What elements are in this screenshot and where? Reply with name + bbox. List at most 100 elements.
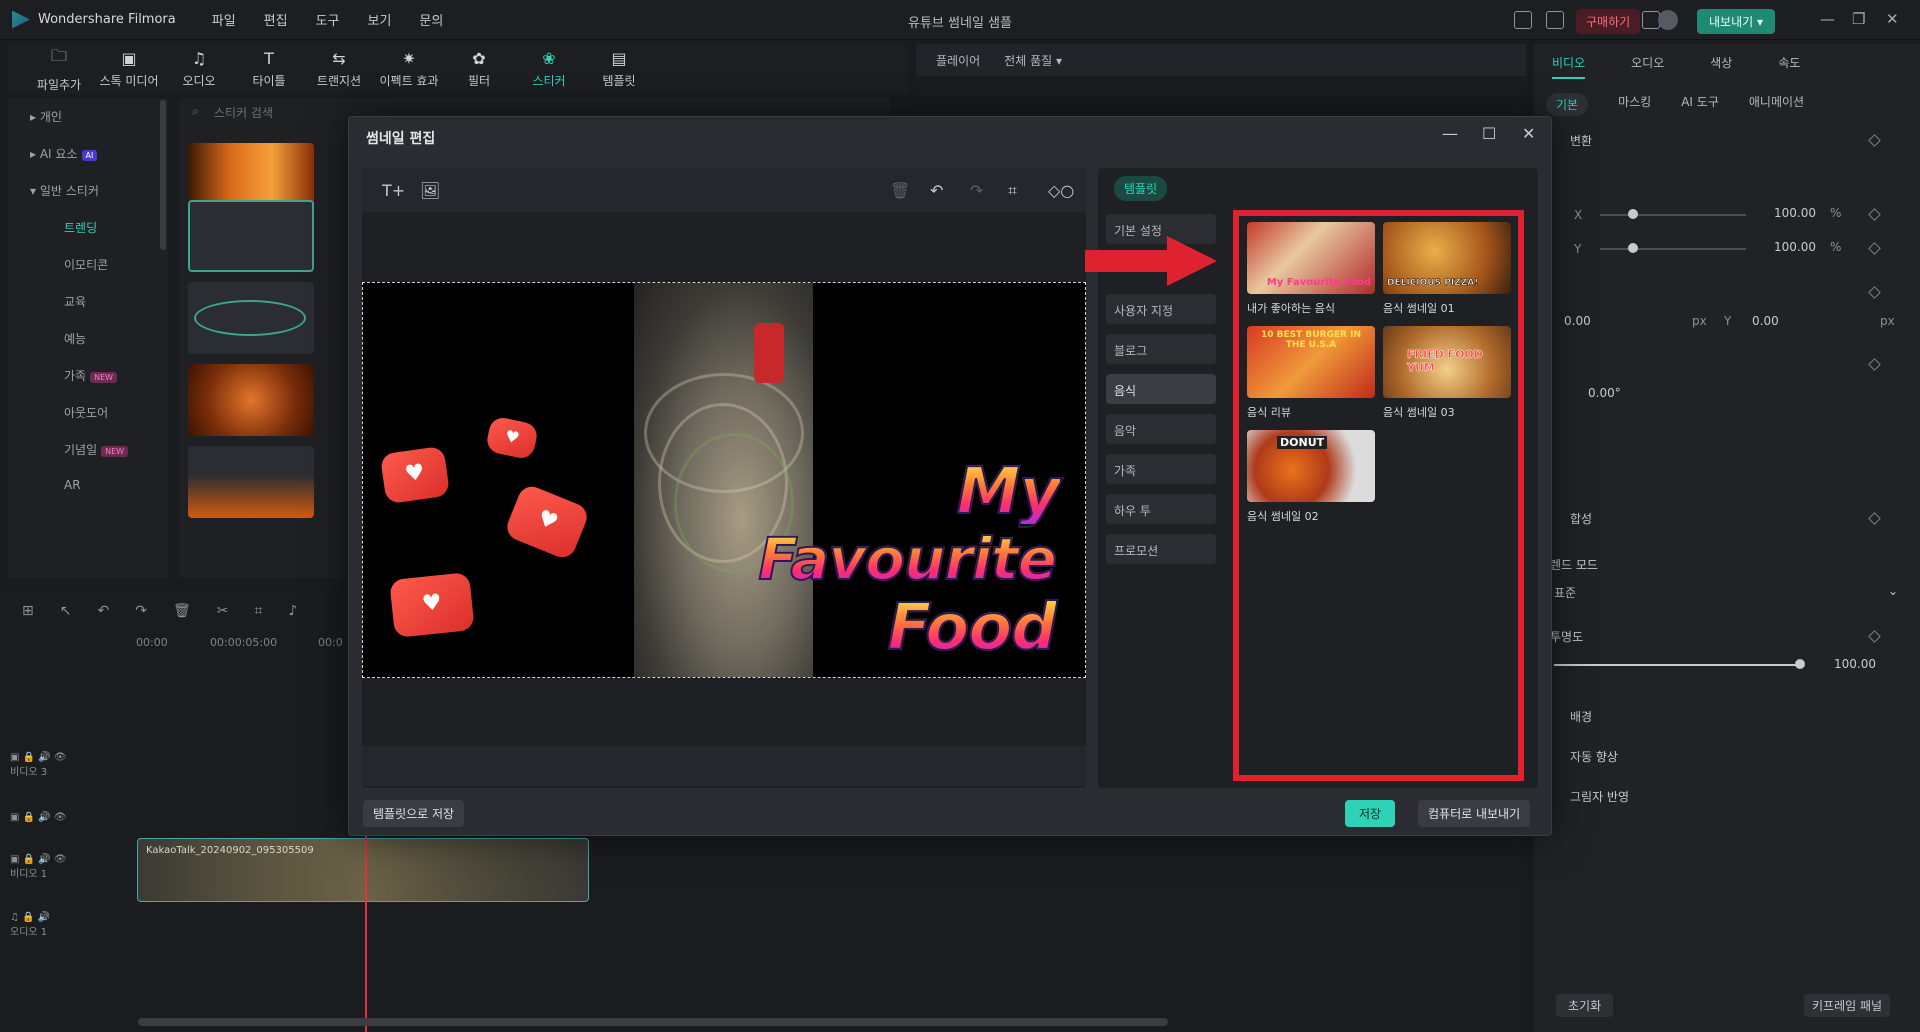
- tool-transitions[interactable]: ⇆ 트랜지션: [308, 44, 370, 94]
- tool-templates[interactable]: ▤ 템플릿: [588, 44, 650, 94]
- heart-sticker[interactable]: ♥: [379, 445, 451, 505]
- heart-sticker[interactable]: ♥: [389, 571, 475, 639]
- template-card-food-01[interactable]: DELICIOUS PIZZA!: [1383, 222, 1511, 294]
- slider-knob[interactable]: [1795, 659, 1805, 669]
- delete-icon[interactable]: 🗑: [890, 181, 910, 200]
- tool-effects[interactable]: ✷ 이펙트 효과: [378, 44, 440, 94]
- export-button[interactable]: 내보내기 ▾: [1697, 9, 1776, 34]
- sticker-thumb[interactable]: [188, 200, 314, 272]
- export-to-computer-button[interactable]: 컴퓨터로 내보내기: [1418, 800, 1531, 827]
- quality-select[interactable]: 전체 품질 ▾: [1004, 52, 1062, 69]
- tool-import[interactable]: 🗀 파일추가: [28, 44, 90, 94]
- nav-outdoor[interactable]: 아웃도어: [8, 394, 168, 431]
- timeline-scrollbar[interactable]: [138, 1018, 1168, 1026]
- undo-icon[interactable]: ↶: [97, 603, 109, 619]
- menu-view[interactable]: 보기: [368, 10, 392, 29]
- subtab-animation[interactable]: 애니메이션: [1749, 93, 1804, 116]
- redo-icon[interactable]: ↷: [970, 181, 983, 200]
- avatar[interactable]: [1658, 10, 1678, 30]
- template-tab[interactable]: 템플릿: [1114, 176, 1168, 201]
- scale-x-value[interactable]: 100.00: [1774, 206, 1816, 220]
- layout-icon[interactable]: [1514, 11, 1532, 29]
- sticker-thumb[interactable]: [188, 282, 314, 354]
- nav-personal[interactable]: ▸ 개인: [8, 98, 168, 135]
- menu-help[interactable]: 문의: [419, 10, 443, 29]
- video-clip[interactable]: KakaoTalk_20240902_095305509: [137, 838, 589, 902]
- canvas-title-line3[interactable]: Food: [860, 595, 1059, 661]
- nav-ai-elements[interactable]: ▸ AI 요소 AI: [8, 135, 168, 172]
- save-project-icon[interactable]: [1546, 11, 1564, 29]
- save-as-template-button[interactable]: 템플릿으로 저장: [363, 800, 465, 827]
- pos-x-value[interactable]: 0.00: [1564, 314, 1591, 328]
- maximize-icon[interactable]: ☐: [1482, 124, 1496, 143]
- menu-tools[interactable]: 도구: [316, 10, 340, 29]
- category-promotion[interactable]: 프로모션: [1106, 534, 1216, 564]
- nav-ar[interactable]: AR: [8, 468, 168, 502]
- category-custom[interactable]: 사용자 지정: [1106, 294, 1216, 324]
- time-ruler[interactable]: 00:00 00:00:05:00 00:0: [134, 636, 364, 656]
- menu-file[interactable]: 파일: [212, 10, 236, 29]
- sticker-thumb[interactable]: [188, 364, 314, 436]
- category-family[interactable]: 가족: [1106, 454, 1216, 484]
- reset-button[interactable]: 초기화: [1556, 994, 1614, 1017]
- add-text-icon[interactable]: T+: [382, 181, 405, 200]
- layout-icon[interactable]: ⊞: [22, 603, 34, 619]
- minimize-icon[interactable]: —: [1442, 124, 1458, 143]
- rotate-value[interactable]: 0.00°: [1588, 386, 1621, 400]
- canvas-title-line1[interactable]: My: [920, 459, 1062, 525]
- nav-scrollbar[interactable]: [160, 100, 166, 250]
- category-food[interactable]: 음식: [1106, 374, 1216, 404]
- tool-audio[interactable]: ♫ 오디오: [168, 44, 230, 94]
- restore-icon[interactable]: ❐: [1852, 10, 1865, 28]
- cut-icon[interactable]: ✂: [217, 603, 229, 619]
- tab-speed[interactable]: 속도: [1778, 54, 1800, 79]
- nav-entertainment[interactable]: 예능: [8, 320, 168, 357]
- nav-general-stickers[interactable]: ▾ 일반 스티커: [8, 172, 168, 209]
- slider-knob[interactable]: [1628, 209, 1638, 219]
- category-howto[interactable]: 하우 투: [1106, 494, 1216, 524]
- select-icon[interactable]: ↖: [60, 603, 72, 619]
- template-card-food-03[interactable]: FRIED FOOD YUM: [1383, 326, 1511, 398]
- opacity-value[interactable]: 100.00: [1834, 657, 1876, 671]
- close-icon[interactable]: ✕: [1886, 10, 1899, 28]
- nav-education[interactable]: 교육: [8, 283, 168, 320]
- undo-icon[interactable]: ↶: [930, 181, 943, 200]
- subtab-masking[interactable]: 마스킹: [1618, 93, 1651, 116]
- category-music[interactable]: 음악: [1106, 414, 1216, 444]
- template-card-food-02[interactable]: DONUT: [1247, 430, 1375, 502]
- scale-y-slider[interactable]: [1600, 248, 1746, 250]
- tab-audio[interactable]: 오디오: [1631, 54, 1664, 79]
- scale-x-slider[interactable]: [1600, 214, 1746, 216]
- keyframe-panel-button[interactable]: 키프레임 패널: [1804, 994, 1891, 1017]
- tool-stickers[interactable]: ❀ 스티커: [518, 44, 580, 94]
- add-image-icon[interactable]: 🖼: [420, 181, 440, 200]
- sticker-thumb[interactable]: [188, 446, 314, 518]
- buy-button[interactable]: 구매하기: [1576, 9, 1641, 34]
- opacity-slider[interactable]: [1554, 664, 1800, 666]
- crop-icon[interactable]: ⌗: [254, 603, 262, 619]
- food-photo[interactable]: [634, 283, 813, 677]
- nav-anniversary[interactable]: 기념일 NEW: [8, 431, 168, 468]
- canvas-title-line2[interactable]: Favourite: [720, 529, 1058, 589]
- audio-icon[interactable]: ♪: [288, 603, 297, 619]
- close-icon[interactable]: ✕: [1522, 124, 1535, 143]
- nav-trending[interactable]: 트렌딩: [8, 209, 168, 246]
- minimize-icon[interactable]: —: [1820, 10, 1835, 28]
- subtab-ai-tools[interactable]: AI 도구: [1681, 93, 1719, 116]
- redo-icon[interactable]: ↷: [135, 603, 147, 619]
- scale-y-value[interactable]: 100.00: [1774, 240, 1816, 254]
- delete-icon[interactable]: 🗑: [173, 603, 191, 619]
- tool-stock-media[interactable]: ▣ 스톡 미디어: [98, 44, 160, 94]
- subtab-basic[interactable]: 기본: [1546, 93, 1589, 116]
- category-blog[interactable]: 블로그: [1106, 334, 1216, 364]
- template-card-food-review[interactable]: 10 BEST BURGER IN THE U.S.A: [1247, 326, 1375, 398]
- nav-family[interactable]: 가족 NEW: [8, 357, 168, 394]
- tool-filters[interactable]: ✿ 필터: [448, 44, 510, 94]
- save-button[interactable]: 저장: [1345, 800, 1396, 827]
- pos-y-value[interactable]: 0.00: [1752, 314, 1779, 328]
- tool-titles[interactable]: T 타이틀: [238, 44, 300, 94]
- slider-knob[interactable]: [1628, 243, 1638, 253]
- nav-emoticon[interactable]: 이모티콘: [8, 246, 168, 283]
- blend-select[interactable]: 표준 ⌄: [1554, 584, 1898, 601]
- shapes-icon[interactable]: ◇○: [1048, 181, 1074, 200]
